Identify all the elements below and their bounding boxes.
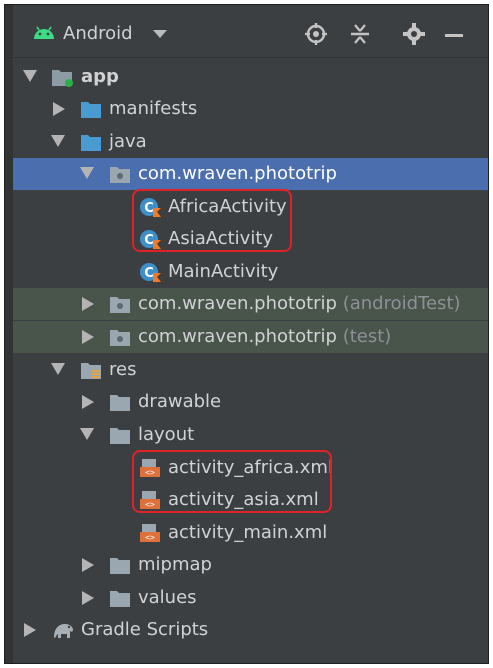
folder-icon <box>81 102 101 118</box>
package-android-test-label: com.wraven.phototrip (androidTest) <box>138 293 461 314</box>
java-label: java <box>109 131 147 152</box>
test-suffix: (test) <box>342 326 392 347</box>
view-mode-title[interactable]: Android <box>63 23 133 44</box>
tree-node-res[interactable]: res <box>13 354 488 386</box>
package-folder-icon <box>110 297 130 313</box>
collapse-arrow-icon[interactable] <box>82 395 94 409</box>
highlight-box-layouts <box>132 450 332 513</box>
tree-node-package-test[interactable]: com.wraven.phototrip (test) <box>13 321 488 353</box>
tree-node-package-android-test[interactable]: com.wraven.phototrip (androidTest) <box>13 288 488 320</box>
tree-node-main-activity[interactable]: C MainActivity <box>13 256 488 288</box>
tree-node-gradle-scripts[interactable]: Gradle Scripts <box>13 614 488 646</box>
resource-folder-icon <box>81 363 101 379</box>
res-label: res <box>109 359 137 380</box>
collapse-arrow-icon[interactable] <box>82 558 94 572</box>
main-activity-label: MainActivity <box>168 261 279 282</box>
folder-icon <box>110 395 130 411</box>
folder-icon <box>110 428 130 444</box>
android-icon <box>34 26 54 39</box>
expand-arrow-icon[interactable] <box>51 363 65 375</box>
collapse-arrow-icon[interactable] <box>53 102 65 116</box>
folder-icon <box>110 558 130 574</box>
settings-gear-icon[interactable] <box>403 23 425 45</box>
gradle-elephant-icon <box>54 624 73 638</box>
tree-node-java[interactable]: java <box>13 126 488 158</box>
package-folder-icon <box>110 330 130 346</box>
mipmap-label: mipmap <box>138 554 212 575</box>
svg-text:C: C <box>144 266 154 281</box>
package-main-label: com.wraven.phototrip <box>138 163 337 184</box>
tree-node-app[interactable]: app <box>13 61 488 93</box>
locate-icon[interactable] <box>305 23 327 45</box>
drawable-label: drawable <box>138 391 222 412</box>
expand-arrow-icon[interactable] <box>23 70 37 82</box>
tree-node-package-main[interactable]: com.wraven.phototrip <box>13 158 488 190</box>
tree-node-manifests[interactable]: manifests <box>13 93 488 125</box>
layout-label: layout <box>138 424 195 445</box>
tree-node-layout[interactable]: layout <box>13 419 488 451</box>
folder-icon <box>110 591 130 607</box>
collapse-arrow-icon[interactable] <box>82 591 94 605</box>
left-gutter <box>5 5 13 663</box>
activity-main-xml-label: activity_main.xml <box>168 522 328 543</box>
kotlin-class-icon: C <box>140 263 161 282</box>
values-label: values <box>138 587 197 608</box>
collapse-arrow-icon[interactable] <box>82 330 94 344</box>
expand-arrow-icon[interactable] <box>80 428 94 440</box>
highlight-box-activities <box>132 189 292 252</box>
gradle-scripts-label: Gradle Scripts <box>81 619 209 640</box>
module-folder-icon <box>52 70 73 87</box>
source-folder-icon <box>81 135 101 151</box>
svg-text:<>: <> <box>145 533 155 542</box>
expand-arrow-icon[interactable] <box>80 167 94 179</box>
tree-node-activity-main-xml[interactable]: <> activity_main.xml <box>13 517 488 549</box>
tree-node-mipmap[interactable]: mipmap <box>13 549 488 581</box>
collapse-arrow-icon[interactable] <box>82 297 94 311</box>
project-tree: app manifests java com.wraven.phototrip … <box>13 57 488 663</box>
view-mode-dropdown-icon[interactable] <box>153 30 167 38</box>
layout-xml-icon: <> <box>140 524 160 542</box>
expand-arrow-icon[interactable] <box>51 135 65 147</box>
manifests-label: manifests <box>109 98 198 119</box>
collapse-arrow-icon[interactable] <box>24 623 36 637</box>
app-label: app <box>81 66 119 87</box>
minimize-icon[interactable] <box>445 34 463 37</box>
package-test-label: com.wraven.phototrip (test) <box>138 326 392 347</box>
android-test-suffix: (androidTest) <box>342 293 461 314</box>
project-tool-window: Android app manifests java com.wraven.ph… <box>4 4 489 664</box>
tool-window-header: Android <box>13 5 488 58</box>
collapse-all-icon[interactable] <box>349 23 371 45</box>
tree-node-values[interactable]: values <box>13 582 488 614</box>
package-folder-icon <box>110 167 130 183</box>
tree-node-drawable[interactable]: drawable <box>13 386 488 418</box>
